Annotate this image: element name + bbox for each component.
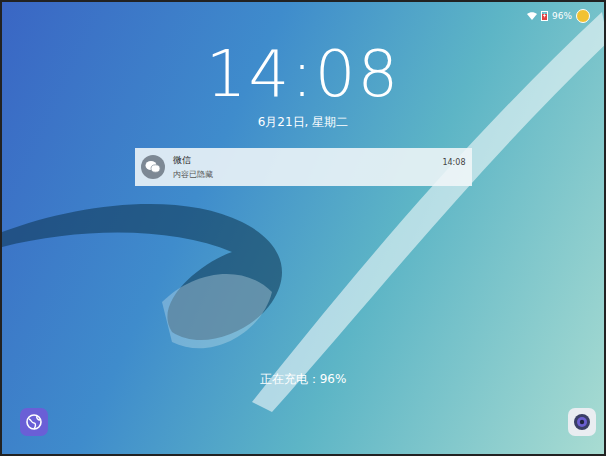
notification-app: 微信 [173, 154, 435, 167]
clock-date: 6月21日, 星期二 [258, 114, 349, 130]
status-bar: 96% [2, 2, 604, 30]
wifi-icon [527, 12, 537, 20]
charging-status: 正在充电：96% [260, 371, 347, 387]
camera-icon[interactable] [568, 408, 596, 436]
clock-time: 14:08 [206, 42, 400, 106]
user-avatar-icon[interactable] [576, 9, 590, 23]
battery-percent: 96% [552, 11, 572, 21]
battery-icon [541, 11, 548, 21]
wechat-icon [141, 155, 165, 179]
notification-card[interactable]: 微信内容已隐藏 14:08 [135, 148, 472, 186]
browser-icon[interactable] [20, 408, 48, 436]
notification-content: 内容已隐藏 [173, 169, 435, 180]
lock-screen: 96% 14:08 6月21日, 星期二微信内容已隐藏 14:08 正在充电：96% [0, 0, 606, 456]
notification-time: 14:08 [442, 158, 465, 167]
